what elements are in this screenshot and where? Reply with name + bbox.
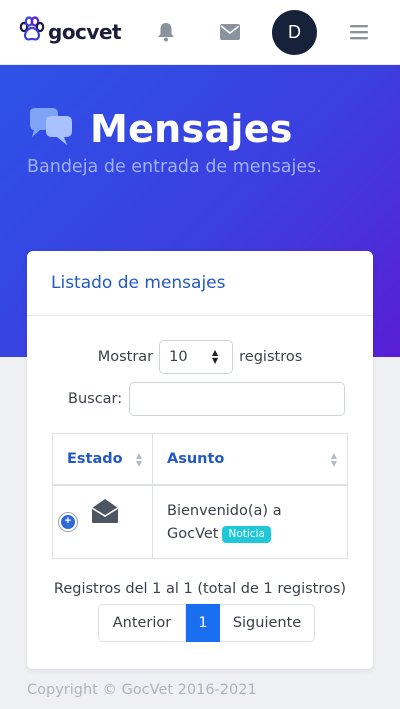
brand-name: gocvet [48, 20, 122, 44]
page-size-value: 10 [169, 349, 188, 365]
table-header: Estado ▲ ▼ Asunto ▲ ▼ [53, 434, 347, 486]
search-input[interactable] [129, 382, 346, 416]
records-label: registros [239, 349, 303, 365]
card-header: Listado de mensajes [27, 251, 373, 316]
top-navbar: gocvet D [0, 0, 400, 65]
column-header-estado[interactable]: Estado ▲ ▼ [53, 434, 153, 484]
next-page-button[interactable]: Siguiente [220, 604, 315, 642]
envelope-open-icon [91, 498, 119, 529]
messages-table: Estado ▲ ▼ Asunto ▲ ▼ + Bienvenido(a) a … [52, 433, 348, 559]
brand-logo[interactable]: gocvet [18, 15, 122, 49]
pagination: Anterior 1 Siguiente [98, 604, 315, 642]
previous-page-button[interactable]: Anterior [98, 604, 186, 642]
show-label: Mostrar [97, 349, 154, 365]
sort-arrows-icon: ▲ ▼ [212, 348, 219, 365]
page-button-current[interactable]: 1 [186, 604, 220, 642]
subject-cell: Bienvenido(a) a GocVet Noticia [153, 486, 347, 558]
sort-icon: ▲ ▼ [135, 451, 142, 468]
category-badge: Noticia [222, 526, 271, 543]
comments-icon [26, 107, 74, 151]
bell-icon[interactable] [154, 20, 178, 44]
card-title: Listado de mensajes [51, 273, 226, 293]
search-label: Buscar: [68, 391, 123, 407]
envelope-icon[interactable] [218, 20, 242, 44]
messages-card: Listado de mensajes Mostrar 10 ▲ ▼ regist… [27, 251, 373, 669]
subject-text-line1: Bienvenido(a) a [167, 503, 282, 519]
page-size-control: Mostrar 10 ▲ ▼ registros [27, 340, 373, 374]
page-title: Mensajes [90, 107, 293, 151]
user-avatar[interactable]: D [272, 10, 317, 55]
status-cell: + [53, 486, 153, 558]
table-row[interactable]: + Bienvenido(a) a GocVet Noticia [53, 486, 347, 558]
subject-text-line2: GocVet [167, 526, 219, 542]
column-header-asunto[interactable]: Asunto ▲ ▼ [153, 434, 347, 484]
page-size-select[interactable]: 10 ▲ ▼ [159, 340, 234, 374]
plus-circle-icon[interactable]: + [59, 513, 77, 531]
paw-icon [18, 15, 46, 49]
page-subtitle: Bandeja de entrada de mensajes. [27, 157, 322, 177]
hamburger-icon[interactable] [347, 20, 371, 44]
table-info: Registros del 1 al 1 (total de 1 registr… [53, 581, 347, 597]
search-control: Buscar: [68, 382, 346, 416]
footer-copyright: Copyright © GocVet 2016-2021 [27, 682, 257, 698]
sort-icon: ▲ ▼ [330, 451, 337, 468]
